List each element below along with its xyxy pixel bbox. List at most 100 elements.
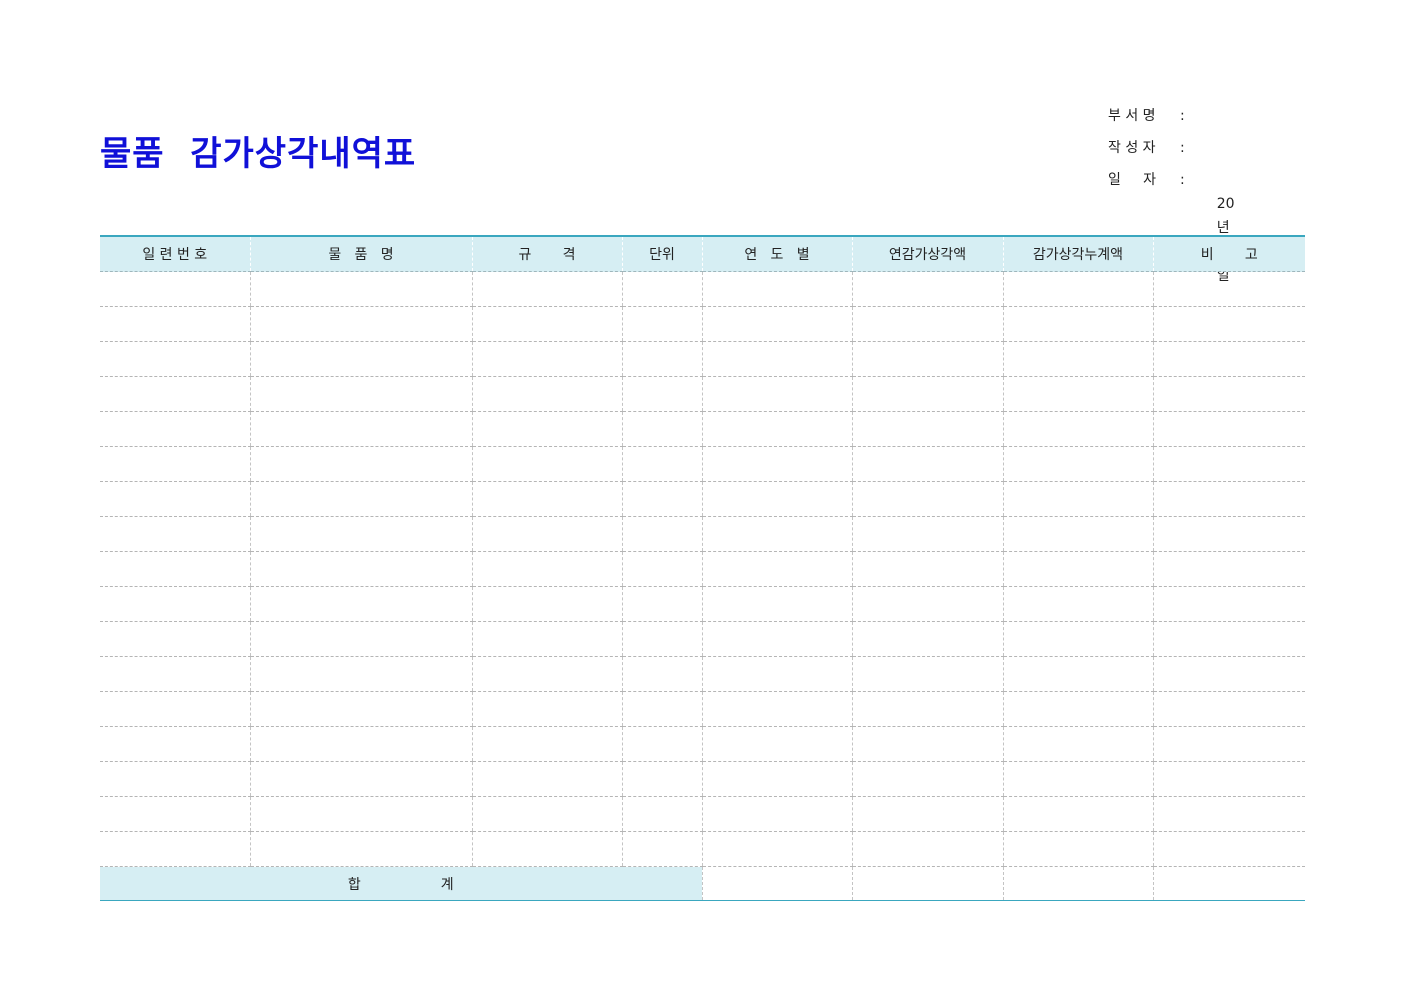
cell-accumulated-depreciation[interactable] [1002, 691, 1153, 727]
cell-item-name[interactable] [249, 691, 472, 727]
cell-year[interactable] [701, 726, 852, 762]
cell-serial-number[interactable] [100, 656, 250, 692]
cell-serial-number[interactable] [100, 831, 250, 867]
cell-accumulated-depreciation[interactable] [1002, 376, 1153, 412]
cell-year[interactable] [701, 306, 852, 342]
cell-accumulated-depreciation[interactable] [1002, 656, 1153, 692]
cell-serial-number[interactable] [100, 341, 250, 377]
cell-annual-depreciation[interactable] [851, 341, 1003, 377]
cell-year[interactable] [701, 411, 852, 447]
cell-accumulated-depreciation[interactable] [1002, 306, 1153, 342]
cell-year[interactable] [701, 761, 852, 797]
cell-year[interactable] [701, 481, 852, 517]
cell-item-name[interactable] [249, 831, 472, 867]
cell-item-name[interactable] [249, 516, 472, 552]
cell-item-name[interactable] [249, 271, 472, 307]
cell-year[interactable] [701, 586, 852, 622]
cell-serial-number[interactable] [100, 761, 250, 797]
cell-year[interactable] [701, 376, 852, 412]
cell-remarks[interactable] [1152, 586, 1305, 622]
cell-accumulated-depreciation[interactable] [1002, 271, 1153, 307]
cell-accumulated-depreciation[interactable] [1002, 831, 1153, 867]
cell-annual-depreciation[interactable] [851, 551, 1003, 587]
cell-year[interactable] [701, 796, 852, 832]
cell-annual-depreciation[interactable] [851, 761, 1003, 797]
cell-annual-depreciation[interactable] [851, 271, 1003, 307]
cell-accumulated-depreciation[interactable] [1002, 586, 1153, 622]
cell-serial-number[interactable] [100, 691, 250, 727]
cell-annual-depreciation[interactable] [851, 726, 1003, 762]
cell-serial-number[interactable] [100, 376, 250, 412]
cell-annual-depreciation[interactable] [851, 586, 1003, 622]
cell-annual-depreciation[interactable] [851, 376, 1003, 412]
cell-accumulated-depreciation[interactable] [1002, 516, 1153, 552]
cell-serial-number[interactable] [100, 586, 250, 622]
cell-item-name[interactable] [249, 621, 472, 657]
cell-accumulated-depreciation[interactable] [1002, 761, 1153, 797]
cell-specification[interactable] [471, 586, 622, 622]
cell-unit[interactable] [621, 271, 702, 307]
cell-remarks[interactable] [1152, 481, 1305, 517]
cell-annual-depreciation[interactable] [851, 446, 1003, 482]
cell-remarks[interactable] [1152, 446, 1305, 482]
cell-year[interactable] [701, 691, 852, 727]
cell-unit[interactable] [621, 726, 702, 762]
cell-specification[interactable] [471, 516, 622, 552]
cell-annual-depreciation[interactable] [851, 411, 1003, 447]
cell-specification[interactable] [471, 481, 622, 517]
cell-unit[interactable] [621, 831, 702, 867]
cell-specification[interactable] [471, 446, 622, 482]
cell-remarks[interactable] [1152, 411, 1305, 447]
cell-remarks[interactable] [1152, 831, 1305, 867]
cell-year[interactable] [701, 551, 852, 587]
cell-specification[interactable] [471, 411, 622, 447]
cell-unit[interactable] [621, 586, 702, 622]
cell-annual-depreciation[interactable] [851, 831, 1003, 867]
cell-remarks[interactable] [1152, 551, 1305, 587]
cell-specification[interactable] [471, 621, 622, 657]
cell-year[interactable] [701, 516, 852, 552]
cell-annual-depreciation[interactable] [851, 796, 1003, 832]
cell-specification[interactable] [471, 271, 622, 307]
cell-accumulated-depreciation[interactable] [1002, 411, 1153, 447]
cell-year[interactable] [701, 446, 852, 482]
cell-serial-number[interactable] [100, 551, 250, 587]
cell-specification[interactable] [471, 306, 622, 342]
cell-annual-depreciation[interactable] [851, 306, 1003, 342]
cell-remarks[interactable] [1152, 621, 1305, 657]
cell-specification[interactable] [471, 831, 622, 867]
cell-unit[interactable] [621, 411, 702, 447]
cell-annual-depreciation[interactable] [851, 621, 1003, 657]
cell-accumulated-depreciation[interactable] [1002, 446, 1153, 482]
total-cell-remarks[interactable] [1152, 866, 1305, 901]
cell-remarks[interactable] [1152, 796, 1305, 832]
cell-remarks[interactable] [1152, 516, 1305, 552]
cell-item-name[interactable] [249, 586, 472, 622]
cell-unit[interactable] [621, 516, 702, 552]
cell-serial-number[interactable] [100, 621, 250, 657]
cell-annual-depreciation[interactable] [851, 516, 1003, 552]
cell-serial-number[interactable] [100, 481, 250, 517]
cell-serial-number[interactable] [100, 726, 250, 762]
cell-year[interactable] [701, 831, 852, 867]
cell-item-name[interactable] [249, 446, 472, 482]
cell-remarks[interactable] [1152, 376, 1305, 412]
cell-remarks[interactable] [1152, 306, 1305, 342]
cell-serial-number[interactable] [100, 271, 250, 307]
cell-unit[interactable] [621, 306, 702, 342]
cell-specification[interactable] [471, 341, 622, 377]
cell-specification[interactable] [471, 656, 622, 692]
cell-item-name[interactable] [249, 411, 472, 447]
cell-accumulated-depreciation[interactable] [1002, 481, 1153, 517]
cell-unit[interactable] [621, 656, 702, 692]
total-cell-annual-depreciation[interactable] [851, 866, 1003, 901]
cell-year[interactable] [701, 656, 852, 692]
cell-serial-number[interactable] [100, 516, 250, 552]
cell-annual-depreciation[interactable] [851, 691, 1003, 727]
cell-item-name[interactable] [249, 376, 472, 412]
cell-remarks[interactable] [1152, 691, 1305, 727]
cell-specification[interactable] [471, 761, 622, 797]
cell-unit[interactable] [621, 551, 702, 587]
cell-annual-depreciation[interactable] [851, 481, 1003, 517]
cell-item-name[interactable] [249, 796, 472, 832]
